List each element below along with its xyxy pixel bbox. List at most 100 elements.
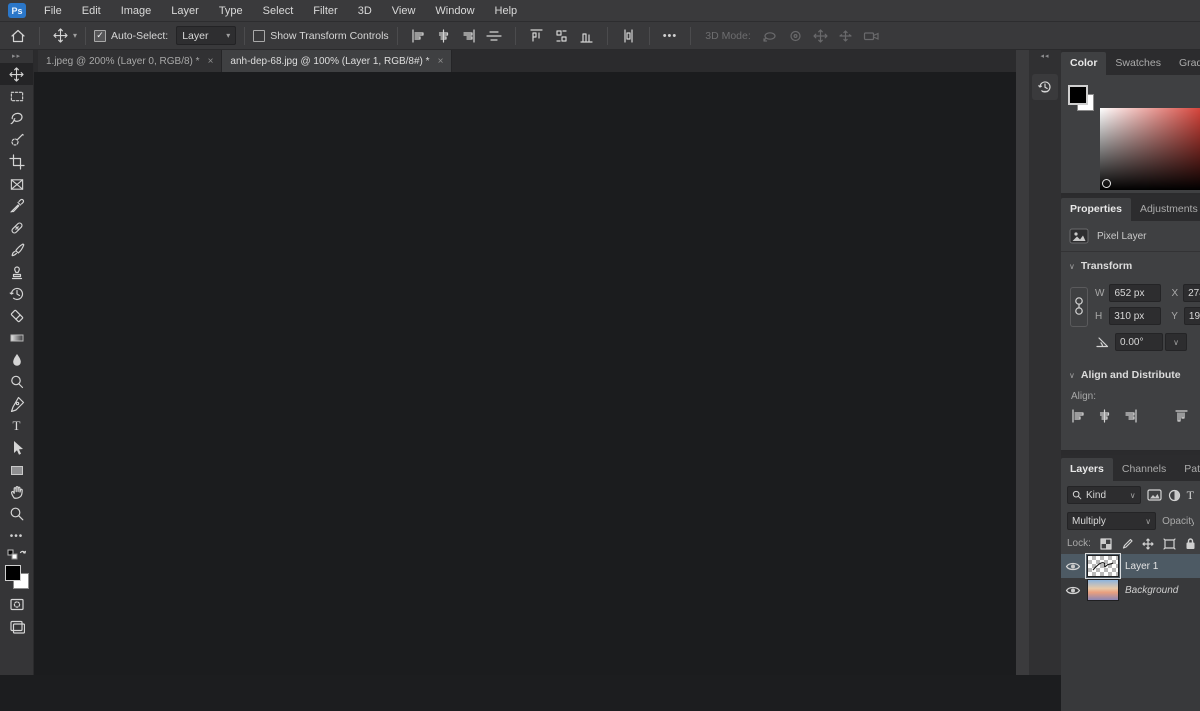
distribute-horizontal-centers-icon[interactable] [621, 29, 636, 43]
align-top-edges-icon[interactable] [1174, 409, 1189, 423]
gradient-tool[interactable] [0, 327, 33, 349]
distribute-bottom-edges-icon[interactable] [579, 29, 594, 43]
rotation-presets-dropdown[interactable]: ∨ [1165, 333, 1187, 351]
color-picker-cursor[interactable] [1102, 179, 1111, 188]
zoom-tool[interactable] [0, 503, 33, 525]
filter-adjustment-layers-icon[interactable] [1168, 489, 1181, 502]
tab-layers[interactable]: Layers [1061, 458, 1113, 481]
foreground-background-colors[interactable] [5, 565, 29, 589]
rectangular-marquee-tool[interactable] [0, 85, 33, 107]
rotation-input[interactable]: 0.00° [1115, 333, 1163, 351]
more-options-icon[interactable]: ••• [663, 30, 678, 42]
show-transform-checkbox[interactable] [253, 30, 265, 42]
move-tool[interactable] [0, 63, 33, 85]
menu-3d[interactable]: 3D [348, 5, 382, 17]
menu-image[interactable]: Image [111, 5, 162, 17]
edit-toolbar-icon[interactable]: ••• [0, 525, 33, 547]
swap-colors-icon[interactable] [7, 549, 27, 561]
foreground-background-colors[interactable] [1068, 85, 1094, 111]
auto-select-dropdown[interactable]: Layer ▾ [176, 26, 236, 45]
spot-healing-brush-tool[interactable] [0, 217, 33, 239]
lock-pixels-icon[interactable] [1121, 538, 1133, 550]
menu-edit[interactable]: Edit [72, 5, 111, 17]
align-right-edges-icon[interactable] [461, 29, 476, 43]
panel-divider[interactable] [1016, 49, 1029, 675]
history-brush-tool[interactable] [0, 283, 33, 305]
type-tool[interactable]: T [0, 415, 33, 437]
document-tab-inactive[interactable]: 1.jpeg @ 200% (Layer 0, RGB/8) * × [38, 50, 222, 72]
pen-tool[interactable] [0, 393, 33, 415]
layer-thumbnail[interactable] [1087, 555, 1119, 577]
screen-mode-icon[interactable] [0, 615, 33, 637]
menu-help[interactable]: Help [485, 5, 528, 17]
path-selection-tool[interactable] [0, 437, 33, 459]
menu-layer[interactable]: Layer [161, 5, 209, 17]
width-input[interactable]: 652 px [1109, 284, 1161, 302]
layer-filter-dropdown[interactable]: Kind ∨ [1067, 486, 1141, 504]
quick-mask-icon[interactable] [0, 593, 33, 615]
layer-row-background[interactable]: Background [1061, 578, 1200, 602]
lasso-tool[interactable] [0, 107, 33, 129]
chevron-down-icon[interactable]: ∨ [1069, 262, 1075, 271]
tab-properties[interactable]: Properties [1061, 198, 1131, 221]
canvas-workspace[interactable] [33, 72, 1016, 675]
x-input[interactable]: 274 [1183, 284, 1200, 302]
filter-pixel-layers-icon[interactable] [1147, 489, 1162, 501]
menu-window[interactable]: Window [425, 5, 484, 17]
tab-color[interactable]: Color [1061, 52, 1106, 75]
align-horizontal-centers-icon[interactable] [436, 29, 451, 43]
blend-mode-dropdown[interactable]: Multiply ∨ [1067, 512, 1156, 530]
chevron-down-icon[interactable]: ∨ [1069, 371, 1075, 380]
foreground-color-swatch[interactable] [1068, 85, 1088, 105]
height-input[interactable]: 310 px [1109, 307, 1161, 325]
collapse-dock-icon[interactable]: ◂◂ [1029, 49, 1061, 60]
tab-paths[interactable]: Paths [1175, 458, 1200, 481]
eraser-tool[interactable] [0, 305, 33, 327]
y-input[interactable]: 193 [1184, 307, 1200, 325]
menu-filter[interactable]: Filter [303, 5, 347, 17]
align-left-edges-icon[interactable] [411, 29, 426, 43]
hand-tool[interactable] [0, 481, 33, 503]
quick-selection-tool[interactable] [0, 129, 33, 151]
layer-thumbnail[interactable] [1087, 579, 1119, 601]
tab-channels[interactable]: Channels [1113, 458, 1175, 481]
tab-gradients[interactable]: Gradients [1170, 52, 1200, 75]
tab-adjustments[interactable]: Adjustments [1131, 198, 1200, 221]
menu-type[interactable]: Type [209, 5, 253, 17]
foreground-color-swatch[interactable] [5, 565, 21, 581]
lock-all-icon[interactable] [1185, 537, 1196, 550]
close-icon[interactable]: × [208, 56, 214, 67]
menu-view[interactable]: View [382, 5, 426, 17]
tab-swatches[interactable]: Swatches [1106, 52, 1170, 75]
visibility-eye-icon[interactable] [1065, 585, 1081, 596]
align-horizontal-centers-icon[interactable] [1097, 409, 1112, 423]
frame-tool[interactable] [0, 173, 33, 195]
eyedropper-tool[interactable] [0, 195, 33, 217]
crop-tool[interactable] [0, 151, 33, 173]
chevron-down-icon[interactable]: ▾ [73, 31, 77, 40]
brush-tool[interactable] [0, 239, 33, 261]
align-vertical-centers-icon[interactable] [486, 29, 502, 43]
menu-select[interactable]: Select [253, 5, 304, 17]
color-picker-field[interactable] [1100, 108, 1200, 190]
menu-file[interactable]: File [34, 5, 72, 17]
layer-row-layer1[interactable]: Layer 1 [1061, 554, 1200, 578]
auto-select-checkbox[interactable]: ✓ [94, 30, 106, 42]
document-tab-active[interactable]: anh-dep-68.jpg @ 100% (Layer 1, RGB/8#) … [222, 50, 452, 72]
toolbar-grip[interactable]: ▸▸ [0, 49, 33, 63]
lock-transparency-icon[interactable] [1100, 538, 1112, 550]
layer-name[interactable]: Layer 1 [1125, 561, 1158, 572]
lock-position-icon[interactable] [1142, 538, 1154, 550]
rectangle-tool[interactable] [0, 459, 33, 481]
blur-tool[interactable] [0, 349, 33, 371]
distribute-top-edges-icon[interactable] [529, 29, 544, 43]
history-panel-icon[interactable] [1032, 74, 1058, 100]
filter-type-layers-icon[interactable]: T [1187, 488, 1194, 503]
visibility-eye-icon[interactable] [1065, 561, 1081, 572]
layer-name[interactable]: Background [1125, 585, 1178, 596]
distribute-vertical-centers-icon[interactable] [554, 29, 569, 43]
align-right-edges-icon[interactable] [1123, 409, 1138, 423]
home-icon[interactable] [10, 28, 26, 44]
lock-artboard-icon[interactable] [1163, 538, 1176, 550]
dodge-tool[interactable] [0, 371, 33, 393]
